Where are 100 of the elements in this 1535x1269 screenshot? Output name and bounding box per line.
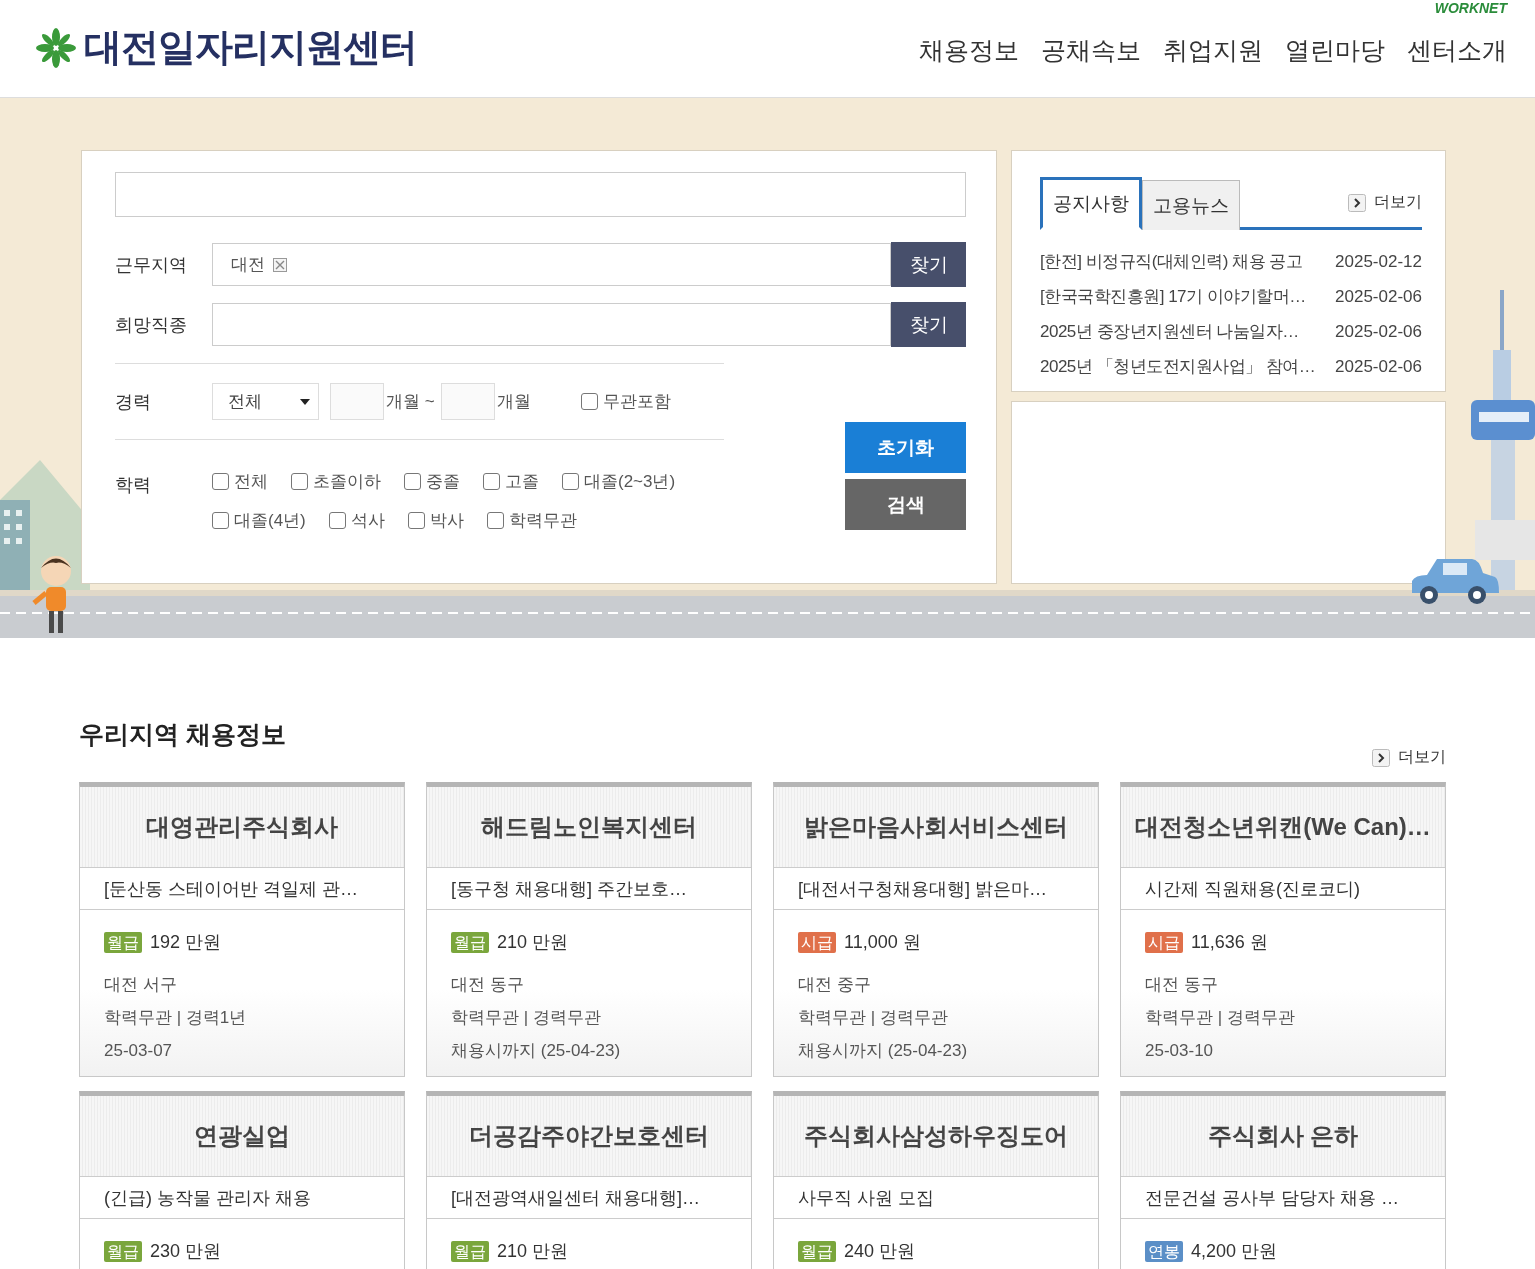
job-card[interactable]: 더공감주야간보호센터 [대전광역새일센터 채용대행]… 월급 210 만원 xyxy=(426,1091,752,1269)
company-name: 주식회사삼성하우징도어 xyxy=(804,1121,1068,1151)
deadline-text: 채용시까지 (25-04-23) xyxy=(798,1040,969,1062)
company-name: 밝은마음사회서비스센터 xyxy=(804,812,1068,842)
month-input-field[interactable] xyxy=(330,383,384,420)
month-input-field[interactable] xyxy=(440,383,495,420)
pay-type-badge: 월급 xyxy=(104,1240,142,1262)
notice-date: 2025-02-12 xyxy=(1335,251,1422,272)
notice-link[interactable]: 2025년 중장년지원센터 나눔일자… xyxy=(1040,320,1299,343)
tab[interactable]: 공지사항 xyxy=(1040,177,1142,230)
salary-text: 230 만원 xyxy=(150,1240,222,1263)
field-label: 학력 xyxy=(115,474,152,497)
pay-type-badge: 시급 xyxy=(1145,931,1183,953)
region-tag: 대전 xyxy=(231,253,265,276)
notice-link[interactable]: [한국국학진흥원] 17기 이야기할머… xyxy=(1040,285,1306,308)
salary-text: 11,000 원 xyxy=(844,931,921,954)
keyword-input-field[interactable] xyxy=(115,172,966,217)
job-card[interactable]: 연광실업 (긴급) 농작물 관리자 채용 월급 230 만원 xyxy=(79,1091,405,1269)
job-title: 사무직 사원 모집 xyxy=(798,1186,934,1210)
checkbox-option[interactable]: 대졸(4년) xyxy=(212,509,306,532)
unit-label: 개월 xyxy=(496,391,531,413)
job-title: 시간제 직원채용(진로코디) xyxy=(1145,877,1360,901)
pay-type-badge: 연봉 xyxy=(1145,1240,1183,1262)
nav-menu-item[interactable]: 센터소개 xyxy=(1407,34,1507,67)
requirement-text: 학력무관 | 경력1년 xyxy=(104,1007,248,1029)
requirement-text: 학력무관 | 경력무관 xyxy=(798,1007,949,1029)
checkbox-option[interactable]: 박사 xyxy=(407,509,464,532)
company-name: 주식회사 은하 xyxy=(1207,1121,1359,1151)
more-link[interactable]: 더보기 xyxy=(1372,747,1446,768)
tab[interactable]: 고용뉴스 xyxy=(1142,180,1240,230)
checkbox-option[interactable]: 초졸이하 xyxy=(291,470,381,493)
job-card[interactable]: 주식회사삼성하우징도어 사무직 사원 모집 월급 240 만원 xyxy=(773,1091,1099,1269)
location-text: 대전 서구 xyxy=(104,974,178,996)
pay-type-badge: 월급 xyxy=(451,931,489,953)
checkbox-option[interactable]: 대졸(2~3년) xyxy=(562,470,676,493)
company-name: 더공감주야간보호센터 xyxy=(469,1121,709,1151)
checkbox-option[interactable]: 무관포함 xyxy=(580,390,671,413)
remove-icon[interactable] xyxy=(273,257,287,272)
requirement-text: 학력무관 | 경력무관 xyxy=(451,1007,602,1029)
checkbox-option[interactable]: 고졸 xyxy=(483,470,539,493)
company-name: 대영관리주식회사 xyxy=(146,812,338,842)
unit-label: 개월 ~ xyxy=(386,391,435,413)
notice-date: 2025-02-06 xyxy=(1335,286,1422,307)
section-title: 우리지역 채용정보 xyxy=(79,719,286,750)
pay-type-badge: 시급 xyxy=(798,931,836,953)
job-card[interactable]: 대전청소년위캔(We Can)… 시간제 직원채용(진로코디) 시급 11,636 원 대전 동구 학력무관 | 경력무관 25-03-10 xyxy=(1120,782,1446,1077)
field-label: 근무지역 xyxy=(115,253,188,277)
deadline-text: 채용시까지 (25-04-23) xyxy=(451,1040,622,1062)
salary-text: 4,200 만원 xyxy=(1191,1240,1278,1263)
find-button[interactable]: 찾기 xyxy=(891,302,966,347)
notice-link[interactable]: [한전] 비정규직(대체인력) 채용 공고 xyxy=(1040,250,1303,273)
more-link[interactable]: 더보기 xyxy=(1348,192,1422,213)
chevron-right-icon xyxy=(1372,748,1390,767)
region-input-field[interactable]: 대전 xyxy=(212,243,891,286)
notice-link[interactable]: 2025년 「청년도전지원사업」 참여… xyxy=(1040,355,1316,378)
field-label: 경력 xyxy=(115,390,152,414)
nav-menu-item[interactable]: 취업지원 xyxy=(1163,34,1263,67)
checkbox-option[interactable]: 석사 xyxy=(328,509,385,532)
flower-logo-icon xyxy=(36,27,76,68)
location-text: 대전 중구 xyxy=(798,974,872,996)
job-title: [대전서구청채용대행] 밝은마… xyxy=(798,877,1047,901)
job-title: [동구청 채용대행] 주간보호… xyxy=(451,877,687,901)
salary-text: 210 만원 xyxy=(497,931,569,954)
pay-type-badge: 월급 xyxy=(104,931,142,953)
reset-button[interactable]: 초기화 xyxy=(845,422,966,473)
location-text: 대전 동구 xyxy=(1145,974,1219,996)
nav-menu-item[interactable]: 공채속보 xyxy=(1041,34,1141,67)
nav-menu-item[interactable]: 열린마당 xyxy=(1285,34,1385,67)
job-title: [둔산동 스테이어반 격일제 관… xyxy=(104,877,358,901)
search-button[interactable]: 검색 xyxy=(845,479,966,530)
checkbox-option[interactable]: 학력무관 xyxy=(486,509,577,532)
chevron-right-icon xyxy=(1348,193,1366,212)
nav-menu-item[interactable]: 채용정보 xyxy=(919,34,1019,67)
deadline-text: 25-03-10 xyxy=(1145,1039,1215,1062)
find-button[interactable]: 찾기 xyxy=(891,242,966,287)
checkbox-option[interactable]: 전체 xyxy=(212,470,268,493)
job-title: [대전광역새일센터 채용대행]… xyxy=(451,1186,700,1210)
job-title: (긴급) 농작물 관리자 채용 xyxy=(104,1186,311,1210)
site-logo-text[interactable]: 대전일자리지원센터 xyxy=(84,22,417,73)
salary-text: 192 만원 xyxy=(150,931,222,954)
job-card[interactable]: 주식회사 은하 전문건설 공사부 담당자 채용 … 연봉 4,200 만원 xyxy=(1120,1091,1446,1269)
job-card[interactable]: 해드림노인복지센터 [동구청 채용대행] 주간보호… 월급 210 만원 대전 동구 학력무관 | 경력무관 채용시까지 (25-04-23) xyxy=(426,782,752,1077)
salary-text: 240 만원 xyxy=(844,1240,916,1263)
location-text: 대전 동구 xyxy=(451,974,525,996)
company-name: 연광실업 xyxy=(194,1121,290,1151)
job-type-input-field[interactable] xyxy=(212,303,891,346)
checkbox-option[interactable]: 중졸 xyxy=(404,470,460,493)
job-card[interactable]: 밝은마음사회서비스센터 [대전서구청채용대행] 밝은마… 시급 11,000 원 대전 중구 학력무관 | 경력무관 채용시까지 (25-04-23) xyxy=(773,782,1099,1077)
salary-text: 11,636 원 xyxy=(1191,931,1268,954)
career-dropdown[interactable]: 전체 xyxy=(212,383,319,420)
requirement-text: 학력무관 | 경력무관 xyxy=(1145,1007,1296,1029)
field-label: 희망직종 xyxy=(115,313,188,337)
salary-text: 210 만원 xyxy=(497,1240,569,1263)
pay-type-badge: 월급 xyxy=(798,1240,836,1262)
company-name: 대전청소년위캔(We Can)… xyxy=(1135,812,1431,842)
job-card[interactable]: 대영관리주식회사 [둔산동 스테이어반 격일제 관… 월급 192 만원 대전 서구 학력무관 | 경력1년 25-03-07 xyxy=(79,782,405,1077)
company-name: 해드림노인복지센터 xyxy=(481,812,697,842)
partner-logo-text[interactable]: WORKNET xyxy=(1434,0,1507,16)
notice-date: 2025-02-06 xyxy=(1335,321,1422,342)
deadline-text: 25-03-07 xyxy=(104,1039,174,1062)
